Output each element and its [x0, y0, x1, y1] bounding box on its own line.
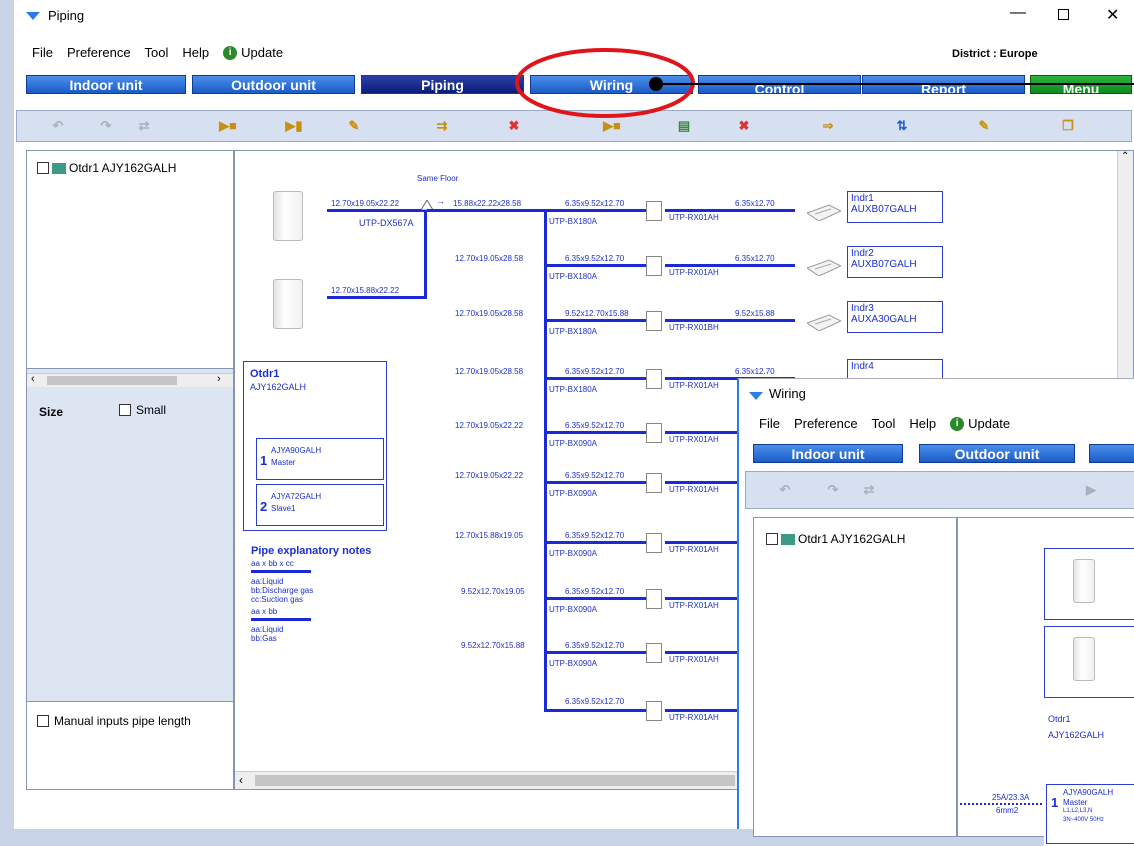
wiring-window: Wiring File Preference Tool Help i Updat… — [737, 378, 1134, 846]
wiring-outdoor-icon — [781, 533, 795, 545]
wiring-info-icon: i — [950, 416, 965, 431]
wiring-tree-panel: Otdr1 AJY162GALH — [753, 517, 957, 837]
wiring-cable-size: 6mm2 — [996, 806, 1019, 815]
wiring-master-box[interactable]: 1 AJYA90GALH Master L1,L2,L3,N 3N~400V 5… — [1046, 784, 1134, 844]
wiring-cable-spec: 25A/23.3A — [992, 793, 1030, 802]
wiring-menu-help[interactable]: Help — [909, 416, 936, 431]
wiring-toolbar: ↶ ↷ ⇄ ▶ — [745, 471, 1134, 509]
wiring-app-icon — [749, 389, 763, 403]
wiring-add-icon[interactable]: ▶ — [1076, 480, 1106, 500]
wiring-swap-icon[interactable]: ⇄ — [854, 480, 884, 500]
wiring-tree-item[interactable]: Otdr1 AJY162GALH — [766, 532, 905, 546]
wiring-outdoor-unit-box-2[interactable] — [1044, 626, 1134, 698]
wiring-tab-piping[interactable] — [1089, 444, 1134, 463]
wiring-menu-file[interactable]: File — [759, 416, 780, 431]
wiring-outdoor-unit-box[interactable] — [1044, 548, 1134, 620]
wiring-tab-indoor-unit[interactable]: Indoor unit — [753, 444, 903, 463]
wiring-menu-preference[interactable]: Preference — [794, 416, 858, 431]
wiring-menu-update[interactable]: i Update — [950, 416, 1010, 431]
wiring-tab-outdoor-unit[interactable]: Outdoor unit — [919, 444, 1075, 463]
annotation-dot — [649, 77, 663, 91]
wiring-diagram: Otdr1 AJY162GALH 25A/23.3A 6mm2 1 AJYA90… — [957, 517, 1134, 846]
wiring-title: Wiring — [769, 386, 806, 401]
wiring-menu-tool[interactable]: Tool — [872, 416, 896, 431]
wiring-undo-icon[interactable]: ↶ — [770, 480, 800, 500]
wiring-redo-icon[interactable]: ↷ — [818, 480, 848, 500]
wiring-menu-bar: File Preference Tool Help i Update — [759, 416, 1010, 431]
wiring-cable-line — [960, 803, 1042, 805]
